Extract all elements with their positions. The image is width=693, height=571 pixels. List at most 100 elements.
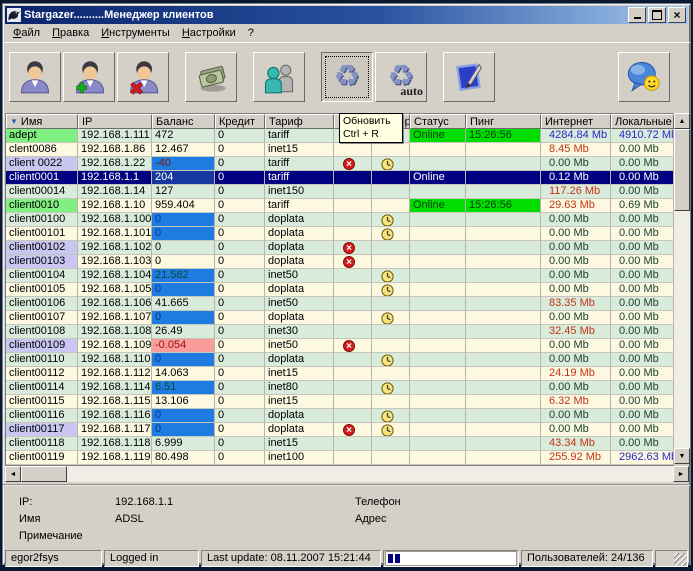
column-header-tariff[interactable]: Тариф [265,114,334,129]
message-button[interactable] [618,52,670,102]
table-row[interactable]: client00104192.168.1.10421.5820inet500.0… [6,269,674,283]
user-button[interactable] [9,52,61,102]
column-header-credit[interactable]: Кредит [215,114,265,129]
cell-flag-clock [372,199,410,213]
cell-name: client00108 [6,325,78,339]
scroll-left-button[interactable]: ◄ [5,466,21,482]
cell-local: 0.00 Mb [611,409,674,423]
cell-local: 0.00 Mb [611,171,674,185]
column-header-label: Статус [414,116,449,128]
menu-settings[interactable]: Настройки [176,26,242,40]
cell-credit: 0 [215,423,265,437]
title-bar[interactable]: Stargazer..........Менеджер клиентов × [5,6,688,24]
column-header-internet[interactable]: Интернет [541,114,611,129]
cell-status [410,451,466,465]
vertical-scrollbar[interactable]: ▲▼ [674,113,690,464]
maximize-button[interactable] [648,7,666,23]
table-row[interactable]: client00109192.168.1.109-0.0540inet50×0.… [6,339,674,353]
table-row[interactable]: client00101192.168.1.10100doplata0.00 Mb… [6,227,674,241]
auto-refresh-button[interactable]: ♻ auto [375,52,427,102]
user-groups-button[interactable] [253,52,305,102]
cell-internet: 24.19 Mb [541,367,611,381]
cell-internet: 0.00 Mb [541,227,611,241]
cell-credit: 0 [215,199,265,213]
column-header-label: Тариф [269,116,303,128]
cell-tariff: tariff [265,199,334,213]
column-header-status[interactable]: Статус [410,114,466,129]
cell-tariff: inet150 [265,185,334,199]
cell-flag-clock [372,241,410,255]
close-button[interactable]: × [668,7,686,23]
table-row[interactable]: client00117192.168.1.11700doplata×0.00 M… [6,423,674,437]
status-bar: egor2fsys Logged in Last update: 08.11.2… [3,547,690,571]
minimize-button[interactable] [628,7,646,23]
cell-name: client00117 [6,423,78,437]
menu-edit[interactable]: Правка [46,26,95,40]
cell-status [410,409,466,423]
column-header-balance[interactable]: Баланс [152,114,215,129]
cell-ping [466,255,541,269]
column-header-local[interactable]: Локальные р [611,114,674,129]
cell-name: adept [6,129,78,143]
scroll-right-button[interactable]: ► [673,466,689,482]
table-row[interactable]: client0001192.168.1.12040tariffOnline0.1… [6,171,674,185]
table-row[interactable]: clent0086192.168.1.8612.4670inet158.45 M… [6,143,674,157]
cell-flag-clock [372,437,410,451]
tooltip-line2: Ctrl + R [343,128,399,141]
table-row[interactable]: client00106192.168.1.10641.6650inet5083.… [6,297,674,311]
cell-local: 0.00 Mb [611,423,674,437]
edit-log-button[interactable] [443,52,495,102]
table-row[interactable]: client00107192.168.1.10700doplata0.00 Mb… [6,311,674,325]
table-row[interactable]: client00014192.168.1.141270inet150117.26… [6,185,674,199]
menu-tools[interactable]: Инструменты [95,26,176,40]
cell-ip: 192.168.1.86 [78,143,152,157]
cell-ip: 192.168.1.100 [78,213,152,227]
resize-grip[interactable] [674,553,687,566]
scroll-down-button[interactable]: ▼ [674,448,690,464]
table-row[interactable]: client 0022192.168.1.22-400tariff×0.00 M… [6,157,674,171]
table-row[interactable]: client00103192.168.1.10300doplata×0.00 M… [6,255,674,269]
refresh-button[interactable]: ♻ [321,52,373,102]
menu-help[interactable]: ? [242,26,260,40]
cell-tariff: doplata [265,311,334,325]
table-row[interactable]: client00114192.168.1.1146.510inet800.00 … [6,381,674,395]
cash-button[interactable] [185,52,237,102]
cell-tariff: tariff [265,157,334,171]
horizontal-scrollbar[interactable]: ◄ ► [5,466,689,482]
scroll-up-button[interactable]: ▲ [674,113,690,129]
cell-local: 0.00 Mb [611,269,674,283]
column-header-ping[interactable]: Пинг [466,114,541,129]
column-header-name[interactable]: ▼Имя [6,114,78,129]
table-row[interactable]: client00100192.168.1.10000doplata0.00 Mb… [6,213,674,227]
cell-flag-blocked [334,409,372,423]
table-row[interactable]: client00105192.168.1.10500doplata0.00 Mb… [6,283,674,297]
vertical-scroll-thumb[interactable] [674,129,690,211]
menu-file[interactable]: Файл [7,26,46,40]
cell-flag-clock [372,227,410,241]
cell-balance: 13.106 [152,395,215,409]
table-row[interactable]: client00102192.168.1.10200doplata×0.00 M… [6,241,674,255]
blocked-icon: × [343,158,355,170]
table-row[interactable]: client00119192.168.1.11980.4980inet10025… [6,451,674,465]
cell-balance: 0 [152,241,215,255]
cell-internet: 4284.84 Mb [541,129,611,143]
cell-balance: -40 [152,157,215,171]
column-header-ip[interactable]: IP [78,114,152,129]
table-body: adept192.168.1.1114720tariffOnline15:26:… [6,129,674,465]
table-row[interactable]: client00108192.168.1.10826.490inet3032.4… [6,325,674,339]
delete-user-button[interactable] [117,52,169,102]
cell-balance: 204 [152,171,215,185]
horizontal-scroll-thumb[interactable] [21,466,67,482]
cell-credit: 0 [215,367,265,381]
table-row[interactable]: client0010192.168.1.10959.4040tariffOnli… [6,199,674,213]
table-row[interactable]: client00115192.168.1.11513.1060inet156.3… [6,395,674,409]
table-row[interactable]: client00112192.168.1.11214.0630inet1524.… [6,367,674,381]
table-row[interactable]: client00116192.168.1.11600doplata0.00 Mb… [6,409,674,423]
table-row[interactable]: client00118192.168.1.1186.9990inet1543.3… [6,437,674,451]
add-user-button[interactable] [63,52,115,102]
tooltip-line1: Обновить [343,115,399,128]
cell-ip: 192.168.1.110 [78,353,152,367]
cell-status [410,143,466,157]
table-row[interactable]: client00110192.168.1.11000doplata0.00 Mb… [6,353,674,367]
cell-local: 0.00 Mb [611,297,674,311]
